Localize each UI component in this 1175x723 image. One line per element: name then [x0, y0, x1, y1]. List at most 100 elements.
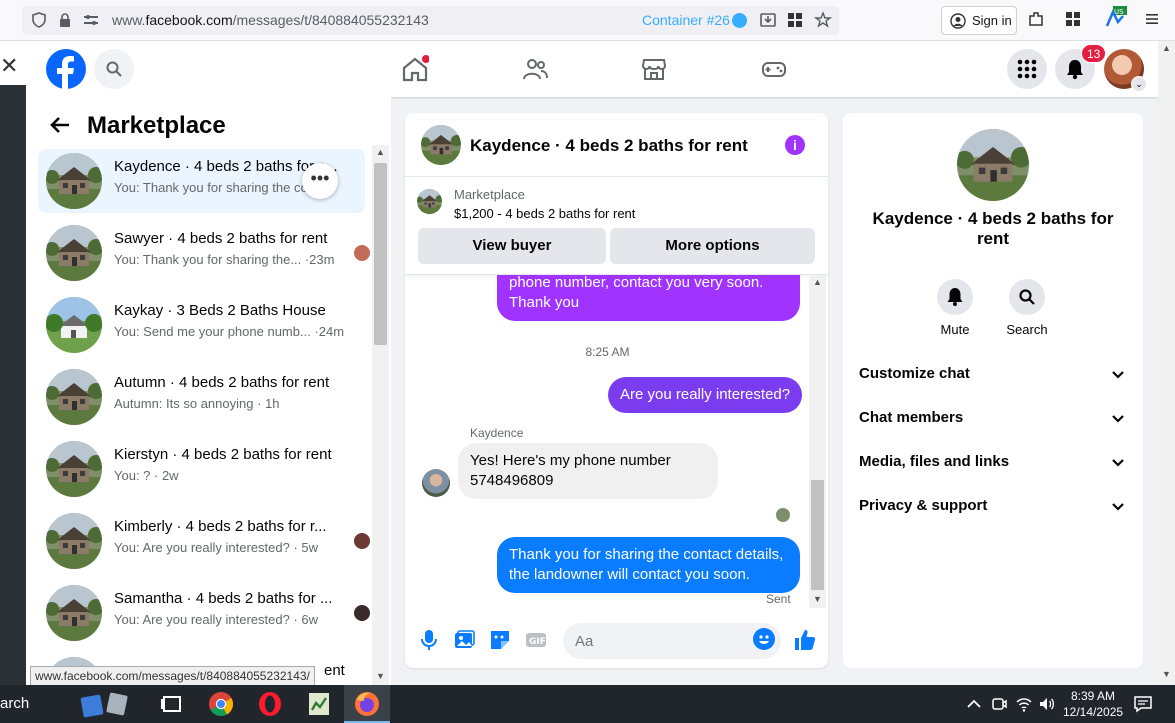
- scrollbar-thumb[interactable]: [374, 163, 387, 345]
- conversation-preview: You: ? · 2w: [114, 468, 179, 483]
- scrollbar-thumb[interactable]: [811, 480, 824, 590]
- account-icon: [950, 13, 966, 29]
- photo-icon[interactable]: [452, 628, 476, 652]
- profile-avatar[interactable]: ⌄: [1104, 49, 1147, 92]
- shield-icon[interactable]: [30, 11, 48, 29]
- friends-icon[interactable]: [521, 55, 549, 83]
- gaming-icon[interactable]: [760, 55, 788, 83]
- listing-thumbnail: [46, 441, 102, 497]
- clock-date: 12/14/2025: [1063, 705, 1124, 719]
- taskbar-active-app[interactable]: [344, 685, 390, 723]
- conversation-preview: Autumn: Its so annoying · 1h: [114, 396, 280, 411]
- mute-button[interactable]: Mute: [920, 279, 990, 337]
- meet-now-icon[interactable]: [990, 695, 1008, 713]
- listing-thumbnail: [46, 369, 102, 425]
- opera-icon[interactable]: [256, 690, 284, 718]
- system-clock[interactable]: 8:39 AM 12/14/2025: [1063, 688, 1123, 720]
- conversation-item[interactable]: Kaykay · 3 Beds 2 Baths House You: Send …: [38, 293, 365, 357]
- conversation-item[interactable]: Kierstyn · 4 beds 2 baths for rent You: …: [38, 437, 365, 501]
- close-icon[interactable]: ✕: [0, 53, 18, 83]
- taskbar-search[interactable]: arch: [0, 695, 29, 712]
- bell-icon: [947, 288, 963, 306]
- privacy-support-row[interactable]: Privacy & support: [859, 489, 1127, 525]
- mute-label: Mute: [940, 322, 970, 337]
- thumbs-up-icon[interactable]: [793, 628, 817, 652]
- chat-title[interactable]: Kaydence · 4 beds 2 baths for rent: [470, 136, 748, 156]
- chat-members-row[interactable]: Chat members: [859, 401, 1127, 437]
- listing-thumbnail[interactable]: [417, 189, 442, 214]
- container-label: Container #26: [642, 12, 730, 28]
- chat-header: Kaydence · 4 beds 2 baths for rent i: [405, 113, 828, 177]
- facebook-f-icon: [57, 56, 74, 89]
- url-text[interactable]: www.facebook.com/messages/t/840884055232…: [112, 12, 429, 28]
- facebook-logo[interactable]: [46, 49, 86, 89]
- conversation-item[interactable]: Samantha · 4 beds 2 baths for ... You: A…: [38, 581, 370, 645]
- search-icon: [106, 61, 122, 77]
- sign-in-button[interactable]: Sign in: [941, 6, 1017, 35]
- notification-center-icon[interactable]: [1133, 695, 1153, 713]
- search-button[interactable]: [94, 49, 134, 89]
- conversation-item[interactable]: Sawyer · 4 beds 2 baths for rent You: Th…: [38, 221, 370, 285]
- more-options-button[interactable]: More options: [610, 228, 815, 264]
- widgets-icon[interactable]: [80, 690, 138, 718]
- message-input[interactable]: [563, 623, 781, 659]
- view-buyer-button[interactable]: View buyer: [418, 228, 606, 264]
- scroll-down-icon[interactable]: ▼: [813, 594, 822, 604]
- outgoing-message: Are you really interested?: [608, 377, 803, 413]
- spreadsheet-icon[interactable]: [305, 690, 333, 718]
- row-label: Chat members: [859, 409, 964, 426]
- clock-time: 8:39 AM: [1070, 689, 1116, 703]
- bookmark-star-icon[interactable]: [814, 11, 832, 29]
- conversation-title: ent: [324, 662, 345, 679]
- seen-avatar: [776, 508, 790, 522]
- menu-hamburger-icon[interactable]: [1143, 10, 1161, 28]
- scroll-up-icon[interactable]: ▲: [376, 147, 385, 157]
- listing-thumbnail[interactable]: [421, 125, 461, 165]
- scroll-up-icon[interactable]: ▲: [813, 277, 822, 287]
- scroll-down-icon[interactable]: ▼: [376, 671, 385, 681]
- apps-icon[interactable]: [1064, 10, 1082, 28]
- chat-scrollbar[interactable]: ▲ ▼: [809, 275, 826, 608]
- sidebar-scrollbar[interactable]: ▲ ▼: [372, 145, 389, 685]
- listing-thumbnail: [46, 513, 102, 569]
- chrome-icon[interactable]: [207, 690, 235, 718]
- conversation-item[interactable]: Kimberly · 4 beds 2 baths for r... You: …: [38, 509, 370, 573]
- more-options-button[interactable]: •••: [302, 163, 338, 199]
- microphone-icon[interactable]: [417, 628, 441, 652]
- emoji-icon[interactable]: [753, 628, 775, 650]
- chevron-down-icon: [1112, 415, 1124, 423]
- customize-chat-row[interactable]: Customize chat: [859, 357, 1127, 393]
- wifi-icon[interactable]: [1015, 695, 1033, 713]
- back-arrow-icon[interactable]: [48, 113, 72, 137]
- info-icon[interactable]: i: [785, 135, 805, 155]
- page-scrollbar[interactable]: ▲ ▼: [1158, 41, 1175, 685]
- extensions-grid-icon[interactable]: [786, 11, 804, 29]
- volume-icon[interactable]: [1038, 695, 1056, 713]
- sender-avatar[interactable]: [422, 469, 450, 497]
- marketplace-icon[interactable]: [640, 55, 668, 83]
- lock-icon[interactable]: [56, 11, 74, 29]
- listing-price[interactable]: $1,200 - 4 beds 2 baths for rent: [454, 206, 635, 221]
- message-timestamp: 8:25 AM: [585, 345, 630, 359]
- chevron-up-icon[interactable]: [966, 697, 982, 711]
- seen-avatar: [354, 605, 370, 621]
- menu-button[interactable]: [1007, 49, 1047, 89]
- chevron-down-icon: [1112, 503, 1124, 511]
- listing-thumbnail: [46, 585, 102, 641]
- search-in-chat-button[interactable]: Search: [992, 279, 1062, 337]
- puzzle-extension-icon[interactable]: [1027, 10, 1045, 28]
- conversation-item[interactable]: Autumn · 4 beds 2 baths for rent Autumn:…: [38, 365, 365, 429]
- download-icon[interactable]: [759, 11, 777, 29]
- permissions-icon[interactable]: [82, 11, 100, 29]
- svg-text:GIF: GIF: [529, 637, 546, 647]
- media-files-links-row[interactable]: Media, files and links: [859, 445, 1127, 481]
- address-bar[interactable]: www.facebook.com/messages/t/840884055232…: [22, 6, 839, 35]
- scroll-down-icon[interactable]: ▼: [1162, 669, 1171, 679]
- task-view-icon[interactable]: [158, 690, 186, 718]
- sticker-icon[interactable]: [488, 628, 512, 652]
- scroll-up-icon[interactable]: ▲: [1162, 43, 1171, 53]
- vpn-us-icon[interactable]: US: [1105, 6, 1127, 28]
- home-icon[interactable]: [401, 55, 429, 83]
- listing-thumbnail[interactable]: [957, 129, 1029, 201]
- gif-icon[interactable]: GIF: [524, 628, 548, 652]
